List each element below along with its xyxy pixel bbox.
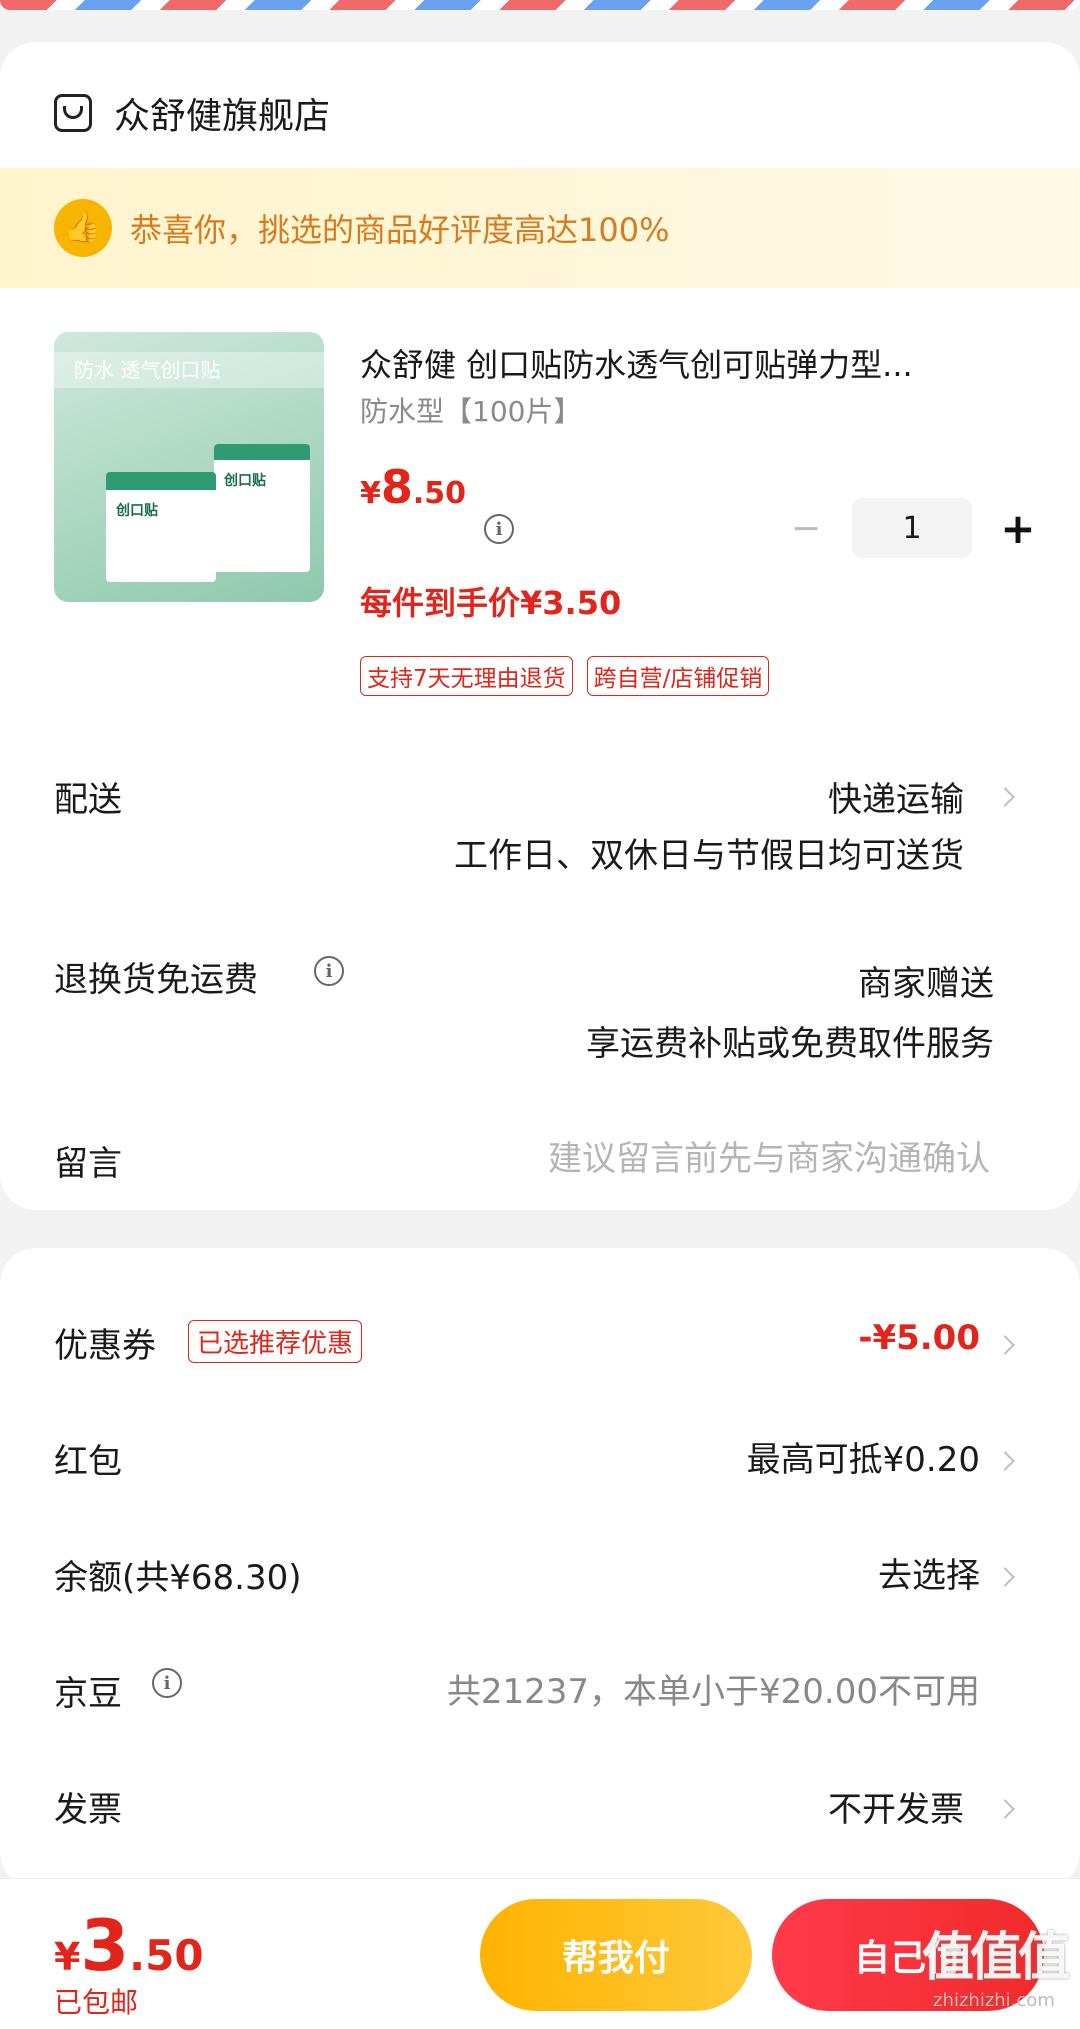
return-shipping-note: 享运费补贴或免费取件服务 <box>586 1024 994 1064</box>
chevron-right-icon[interactable] <box>995 1451 1015 1471</box>
red-packet-value[interactable]: 最高可抵¥0.20 <box>747 1432 980 1481</box>
jd-beans-label: 京豆 <box>54 1674 122 1714</box>
invoice-label: 发票 <box>54 1790 122 1830</box>
balance-label: 余额(共¥68.30) <box>54 1558 302 1598</box>
balance-value[interactable]: 去选择 <box>878 1548 980 1597</box>
payment-options-card: 优惠券 已选推荐优惠 -¥5.00 红包 最高可抵¥0.20 余额(共¥68.3… <box>0 1248 1080 1888</box>
product-title[interactable]: 众舒健 创口贴防水透气创可贴弹力型... <box>360 340 1020 386</box>
chevron-right-icon[interactable] <box>995 1799 1015 1819</box>
return-policy-tag: 支持7天无理由退货 <box>360 656 573 696</box>
product-box-back: 创口贴 <box>214 444 310 572</box>
coupon-value[interactable]: -¥5.00 <box>858 1318 980 1358</box>
order-card: 众舒健旗舰店 👍 恭喜你，挑选的商品好评度高达100% 防水 透气创口贴 创口贴… <box>0 42 1080 1210</box>
chevron-right-icon[interactable] <box>995 1567 1015 1587</box>
message-label: 留言 <box>54 1144 122 1184</box>
final-unit-price: 每件到手价¥3.50 <box>360 584 622 622</box>
store-icon <box>54 94 92 132</box>
help-me-pay-button[interactable]: 帮我付 <box>480 1899 752 2011</box>
return-shipping-label: 退换货免运费 <box>54 960 258 1000</box>
thumbs-up-icon: 👍 <box>54 199 112 257</box>
free-shipping-label: 已包邮 <box>54 1986 139 2019</box>
airmail-border <box>0 0 1080 10</box>
delivery-note: 工作日、双休日与节假日均可送货 <box>454 836 964 876</box>
message-input[interactable] <box>400 1132 990 1186</box>
product-image[interactable]: 防水 透气创口贴 创口贴 创口贴 <box>54 332 324 602</box>
chevron-right-icon[interactable] <box>995 787 1015 807</box>
quantity-stepper: − 1 + <box>786 498 1038 558</box>
invoice-value[interactable]: 不开发票 <box>828 1782 964 1831</box>
store-name: 众舒健旗舰店 <box>114 96 331 137</box>
product-box-front: 创口贴 <box>106 472 216 582</box>
store-header[interactable]: 众舒健旗舰店 <box>54 88 330 138</box>
decrease-button[interactable]: − <box>786 508 826 549</box>
product-spec[interactable]: 防水型【100片】 <box>360 390 581 430</box>
site-watermark: 值值值 zhizhizhi.com <box>921 1928 1070 2011</box>
promotion-tag: 跨自营/店铺促销 <box>586 656 770 696</box>
product-price: ¥ 8 .50 <box>360 460 467 514</box>
jd-beans-value: 共21237，本单小于¥20.00不可用 <box>446 1672 980 1712</box>
return-info-icon[interactable]: i <box>314 956 344 986</box>
chevron-right-icon[interactable] <box>995 1335 1015 1355</box>
price-info-icon[interactable]: i <box>484 514 514 544</box>
red-packet-label: 红包 <box>54 1442 122 1482</box>
product-tags: 支持7天无理由退货 跨自营/店铺促销 <box>360 656 783 696</box>
jd-beans-info-icon[interactable]: i <box>152 1668 182 1698</box>
coupon-label: 优惠券 <box>54 1326 156 1366</box>
total-price: ¥ 3 .50 <box>54 1905 204 1987</box>
rating-banner-text: 恭喜你，挑选的商品好评度高达100% <box>130 211 670 249</box>
product-image-band: 防水 透气创口贴 <box>54 352 324 388</box>
quantity-value[interactable]: 1 <box>852 498 972 558</box>
rating-banner: 👍 恭喜你，挑选的商品好评度高达100% <box>0 168 1080 288</box>
delivery-label: 配送 <box>54 780 122 820</box>
return-shipping-value: 商家赠送 <box>858 964 994 1004</box>
delivery-method[interactable]: 快递运输 <box>828 772 964 821</box>
coupon-selected-tag: 已选推荐优惠 <box>188 1320 363 1363</box>
increase-button[interactable]: + <box>998 504 1038 553</box>
checkout-bar: ¥ 3 .50 已包邮 帮我付 自己付 值值值 zhizhizhi.com <box>0 1878 1080 2029</box>
